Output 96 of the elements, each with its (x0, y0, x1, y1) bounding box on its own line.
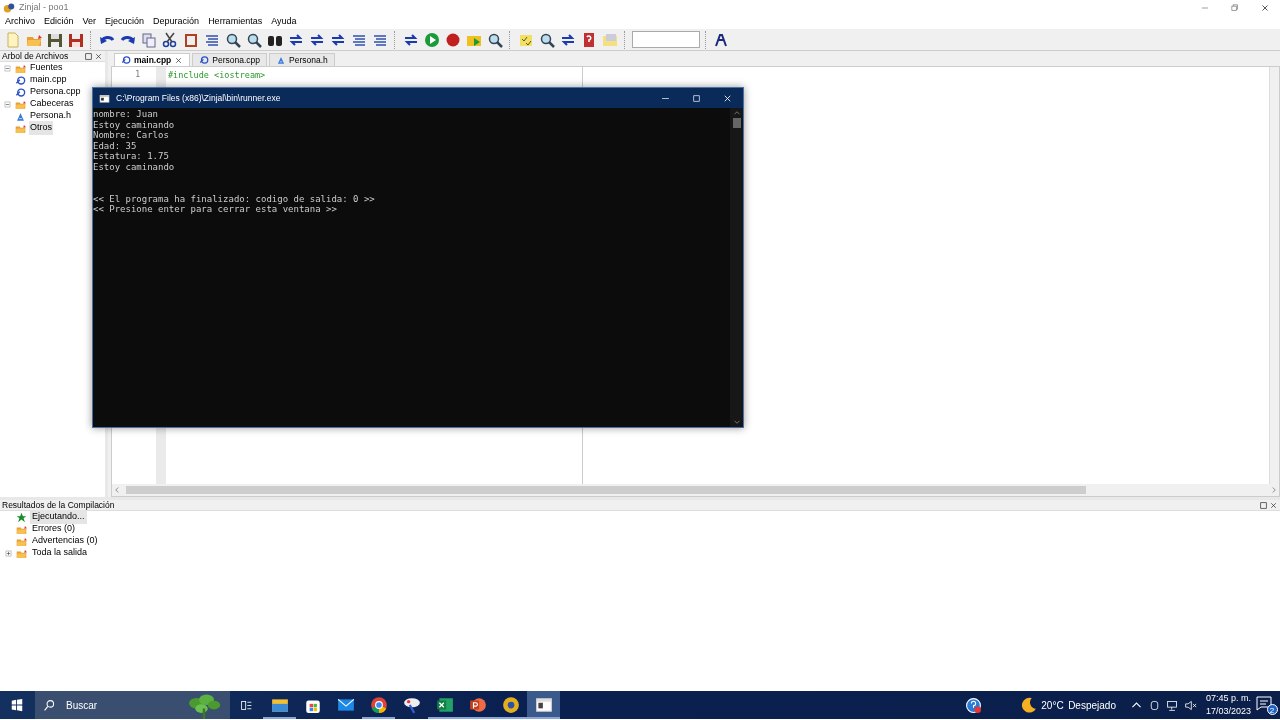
app-logo-icon (3, 1, 15, 14)
menu-item[interactable]: Edición (44, 15, 74, 29)
menu-item[interactable]: Ejecución (105, 15, 145, 29)
menu-item[interactable]: Ver (82, 15, 97, 29)
windows-icon (9, 698, 24, 712)
editor-tab[interactable]: Persona.h (269, 53, 335, 66)
tree-item[interactable]: Errores (0) (30, 522, 77, 536)
menu-item[interactable]: Archivo (5, 15, 35, 29)
menu-item[interactable]: Ayuda (271, 15, 297, 29)
vertical-scrollbar[interactable] (1269, 67, 1279, 484)
collapse-icon[interactable] (3, 99, 12, 109)
taskbar-app[interactable] (527, 691, 560, 719)
toolbar-field[interactable] (632, 31, 700, 48)
scrollbar-thumb[interactable] (126, 486, 1086, 494)
chrome-icon (369, 696, 388, 714)
source-file-icon (15, 74, 26, 86)
tree-item[interactable]: Otros (29, 121, 53, 135)
powerpoint-icon (468, 696, 487, 714)
maximize-icon[interactable] (1259, 500, 1268, 510)
window-title: Zinjal - poo1 (19, 0, 69, 14)
notification-button[interactable]: 2 (1255, 695, 1276, 715)
editor-tab[interactable]: Persona.cpp (192, 53, 268, 66)
mute-icon[interactable] (1183, 698, 1197, 712)
replace-icon[interactable] (309, 31, 325, 48)
tree-item[interactable]: main.cpp (29, 73, 68, 87)
console-icon (99, 92, 110, 104)
panel-title: Resultados de la Compilación (2, 498, 115, 512)
excel-icon (435, 696, 454, 714)
mail-icon (336, 696, 355, 714)
run-icon[interactable] (424, 31, 440, 48)
console-message: << El programa ha finalizado: codigo de salida: 0 >> (93, 193, 376, 205)
help-icon[interactable] (964, 696, 982, 714)
copy-icon[interactable] (141, 31, 157, 48)
console-output-line: Nombre: Carlos (93, 130, 170, 141)
console-icon (534, 696, 553, 714)
task-view-icon (240, 698, 253, 712)
tree-item[interactable]: Persona.cpp (29, 85, 82, 99)
weather-condition[interactable]: Despejado (1068, 697, 1116, 713)
save-all-icon[interactable] (68, 31, 84, 48)
temperature[interactable]: 20°C (1041, 697, 1064, 713)
swap-icon[interactable] (288, 31, 304, 48)
save-icon[interactable] (47, 31, 63, 48)
moon-icon[interactable] (1019, 696, 1037, 714)
tree-item[interactable]: Toda la salida (30, 546, 90, 560)
tree-item[interactable]: Fuentes (29, 61, 64, 75)
notification-icon (1255, 695, 1272, 711)
menu-item[interactable]: Herramientas (208, 15, 263, 29)
explorer-icon (270, 696, 289, 714)
panel-title: Arbol de Archivos (2, 49, 69, 63)
find-icon[interactable] (225, 31, 241, 48)
console-output-line: Edad: 35 (93, 140, 138, 152)
editor-tab[interactable]: main.cpp (114, 53, 191, 66)
search-field[interactable]: Buscar (35, 691, 230, 719)
search-icon (43, 698, 56, 712)
line-number: 1 (134, 69, 141, 81)
cut-icon[interactable] (162, 31, 178, 48)
header-file-icon (276, 55, 287, 65)
console-output-line: Estoy caminando (93, 119, 176, 131)
menu-item[interactable]: Depuración (153, 15, 200, 29)
network-icon[interactable] (1165, 698, 1179, 712)
close-icon (1260, 2, 1270, 13)
maximize-icon (1230, 2, 1240, 13)
source-file-icon (121, 55, 131, 65)
inspect-icon[interactable] (539, 31, 555, 48)
console-output-line: Estoy caminando (93, 161, 176, 173)
star-icon (16, 511, 27, 523)
close-icon[interactable] (174, 55, 184, 65)
scrollbar-thumb[interactable] (732, 118, 741, 128)
paint-icon (402, 696, 421, 714)
console-message: << Presione enter para cerrar esta ventana >> (93, 204, 338, 215)
notification-count: 2 (1266, 704, 1278, 715)
tree-item[interactable]: Cabeceras (29, 97, 75, 111)
header-file-icon (15, 110, 26, 122)
source-file-icon (15, 86, 26, 98)
search-icon[interactable] (246, 31, 262, 48)
console-output-line: nombre: Juan (93, 109, 160, 120)
code-line: #include <iostream> (168, 69, 267, 82)
console-output-line: Estatura: 1.75 (93, 151, 170, 162)
maximize-icon (691, 92, 702, 104)
expand-icon[interactable] (4, 548, 13, 558)
search-input[interactable]: Buscar (64, 696, 154, 714)
maximize-icon[interactable] (84, 51, 93, 61)
profile-icon[interactable] (713, 31, 729, 48)
zinjal-icon (501, 696, 520, 714)
tree-item[interactable]: Persona.h (29, 109, 73, 123)
close-icon[interactable] (94, 51, 103, 61)
stop-icon[interactable] (445, 31, 461, 48)
tree-item[interactable]: Ejecutando... (30, 510, 87, 524)
window-title: C:\Program Files (x86)\Zinjal\bin\runner.exe (116, 91, 281, 105)
arrows-icon[interactable] (330, 31, 346, 48)
close-icon[interactable] (1269, 500, 1278, 510)
clock-date[interactable]: 17/03/2023 (1205, 705, 1251, 719)
collapse-icon[interactable] (3, 63, 12, 73)
source-file-icon (199, 55, 210, 65)
tree-item[interactable]: Advertencias (0) (30, 534, 100, 548)
clock-time[interactable]: 07:45 p. m. (1205, 691, 1251, 705)
